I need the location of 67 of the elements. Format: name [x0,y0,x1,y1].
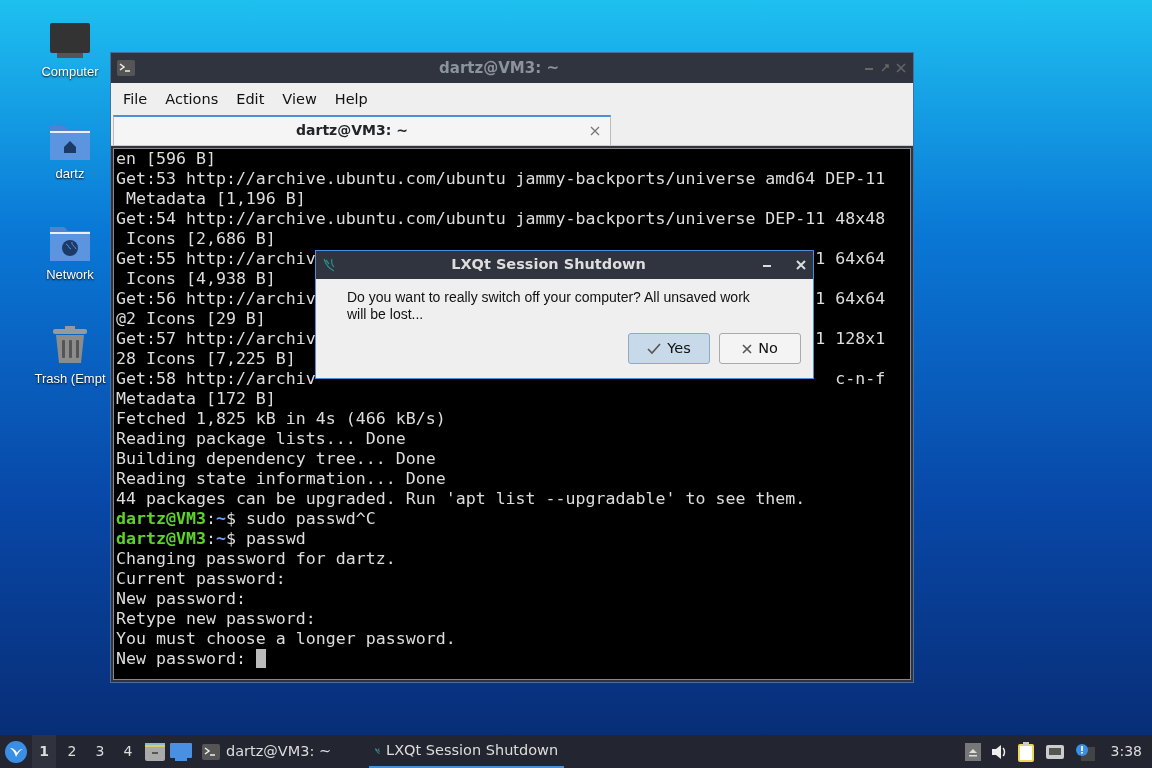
monitor-icon[interactable] [49,22,91,58]
notification-icon[interactable] [1074,742,1095,761]
terminal-line: Get:55 http://archiv [116,248,316,269]
network-port-icon[interactable] [1044,743,1065,760]
speaker-icon[interactable] [990,743,1007,760]
menu-item[interactable]: Actions [157,87,227,113]
desktop-switch[interactable]: 4 [116,735,140,768]
clock: 3:38 [1110,742,1142,761]
desktop-switch[interactable]: 1 [32,735,56,768]
terminal-line: Changing password for dartz. [116,548,396,569]
desktop-switch[interactable]: 2 [60,735,84,768]
terminal-line: Reading state information... Done [116,468,446,489]
terminal-line: Get:53 http://archive.ubuntu.com/ubuntu jammy-backports/universe amd64 DEP-11 [116,168,886,189]
trash-icon[interactable] [50,324,90,365]
menu-item[interactable]: File [115,87,156,113]
menu-item[interactable]: View [274,87,325,113]
terminal-line: Get:58 http://archiv [116,368,316,389]
menu-item[interactable]: Help [326,87,376,113]
icon-label[interactable]: Network [46,265,94,285]
terminal-line: Reading package lists... Done [116,428,406,449]
terminal-line: Icons [4,938 B] [125,268,276,289]
menu-item[interactable]: Edit [228,87,273,113]
terminal-line: Get:56 http://archiv [116,288,316,309]
dialog-title: LXQt Session Shutdown [450,255,647,275]
terminal-line: dartz@VM3:~$ sudo passwd^C [116,508,376,529]
taskbar-task[interactable]: dartz@VM3: ~ [196,735,338,768]
terminal-line: 28 Icons [7,225 B] [116,348,296,369]
icon-label[interactable]: Trash (Empt [34,368,106,388]
terminal-line: Retype new password: [116,608,316,629]
terminal-tab[interactable]: dartz@VM3: ~ [113,114,611,145]
terminal-line: You must choose a longer password. [116,628,456,649]
terminal-icon [202,743,220,760]
text-cursor [255,648,266,668]
icon-label[interactable]: dartz [55,163,85,183]
terminal-line: Get:57 http://archiv [116,328,316,349]
close-icon[interactable] [590,125,600,136]
file-cabinet-icon[interactable] [144,741,166,762]
window-title: dartz@VM3: ~ [438,57,560,79]
terminal-line: Metadata [1,196 B] [125,188,306,209]
terminal-line: New password: [116,588,246,609]
taskbar-task[interactable]: LXQt Session Shutdown [369,735,565,768]
dialog-message: Do you want to really switch off your computer? All unsaved work will be lost... [346,288,751,323]
terminal-line: Building dependency tree... Done [116,448,436,469]
terminal-line: en [596 B] [116,148,216,169]
terminal-line: Current password: [116,568,286,589]
close-icon [742,343,753,354]
checkmark-icon [647,342,662,355]
terminal-line: New password: [116,648,247,669]
terminal-line: Icons [2,686 B] [125,228,276,249]
terminal-icon [117,60,135,76]
terminal-line: 1 64x64 [815,288,886,309]
terminal-line: Get:54 http://archive.ubuntu.com/ubuntu jammy-backports/universe DEP-11 48x48 [116,208,886,229]
terminal-line: @2 Icons [29 B] [116,308,266,329]
desktop-switch[interactable]: 3 [88,735,112,768]
terminal-line: Metadata [172 B] [116,388,276,409]
terminal-line: dartz@VM3:~$ passwd [116,528,306,549]
dialog-button[interactable]: No [719,333,801,364]
terminal-line: c-n-f [835,368,886,389]
terminal-line: 1 64x64 [815,248,886,269]
dialog-button[interactable]: Yes [628,333,710,364]
terminal-line: Fetched 1,825 kB in 4s (466 kB/s) [116,408,446,429]
eject-icon[interactable] [964,742,981,761]
app-logo-icon [322,257,336,273]
terminal-line: 1 128x1 [815,328,886,349]
terminal-line: 44 packages can be upgraded. Run 'apt list --upgradable' to see them. [116,488,806,509]
clipboard-icon[interactable] [1016,741,1035,762]
desktop-icon[interactable] [170,742,192,761]
